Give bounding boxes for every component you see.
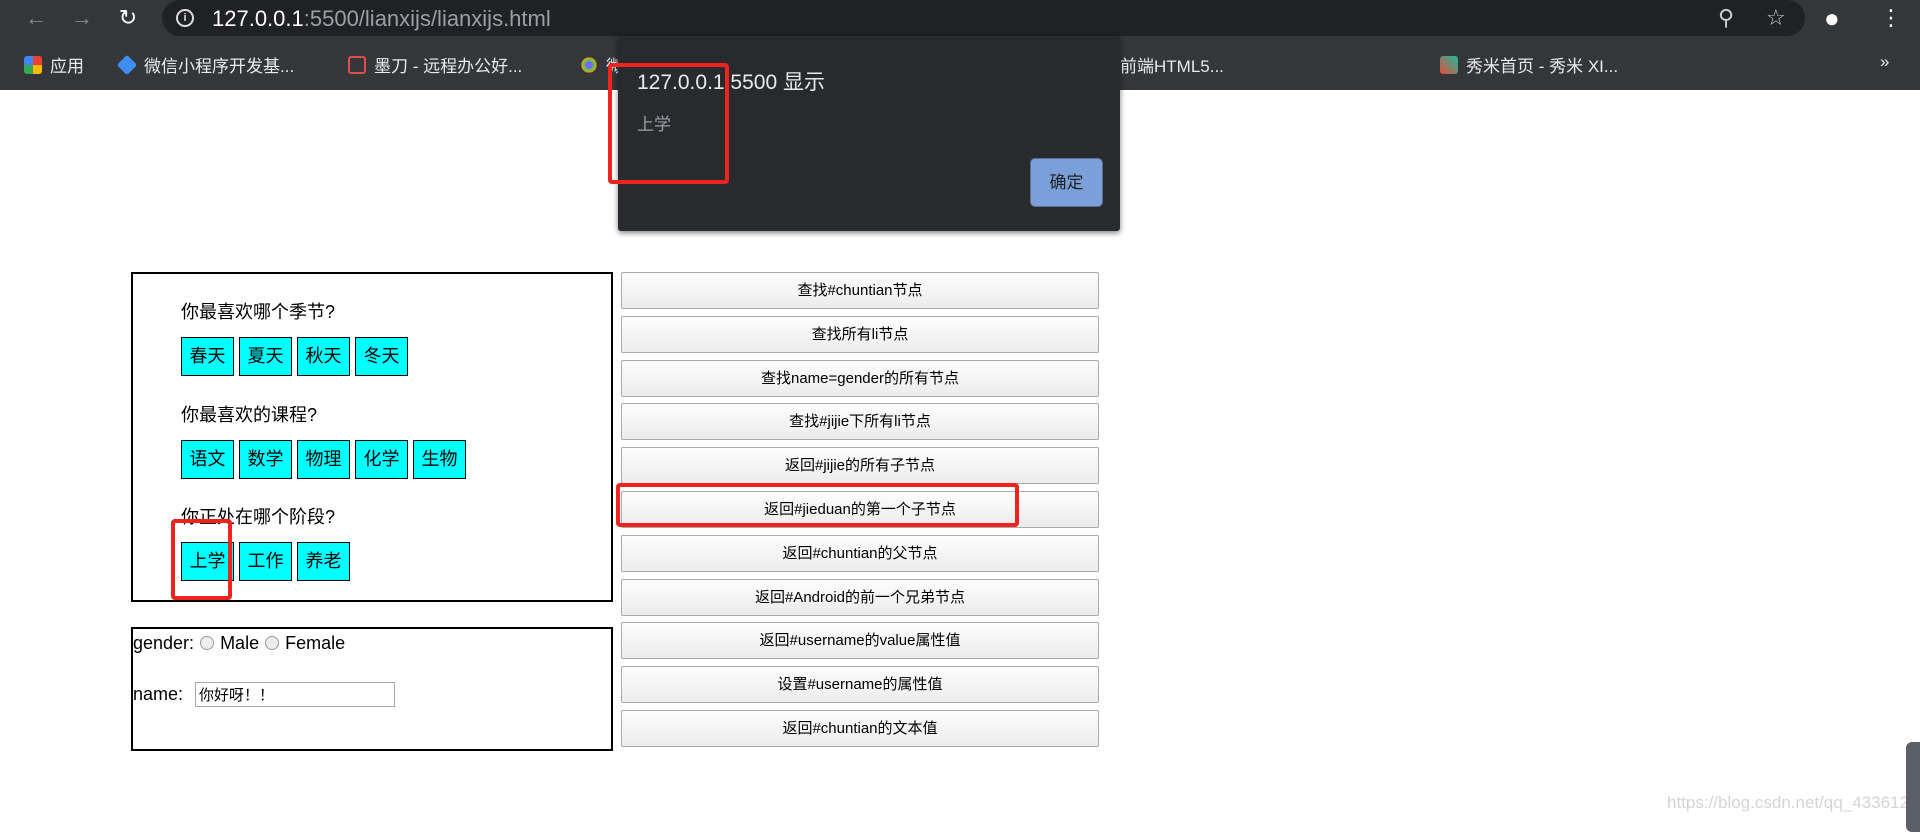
chevron-double-right-icon: » <box>1880 52 1890 71</box>
bookmark-apps[interactable]: 应用 <box>24 52 84 77</box>
level-meter-widget <box>1906 742 1920 832</box>
url-path: :5500/lianxijs/lianxijs.html <box>303 6 551 31</box>
li-shengwu[interactable]: 生物 <box>413 440 466 479</box>
li-gongzuo[interactable]: 工作 <box>239 542 292 581</box>
action-button[interactable]: 返回#jijie的所有子节点 <box>621 447 1099 485</box>
action-button[interactable]: 返回#Android的前一个兄弟节点 <box>621 578 1099 616</box>
li-wuli[interactable]: 物理 <box>297 440 350 479</box>
question-season: 你最喜欢哪个季节? <box>181 302 336 322</box>
gender-label: gender: <box>133 633 195 653</box>
highlight-box <box>616 483 1019 527</box>
address-bar[interactable]: i 127.0.0.1:5500/lianxijs/lianxijs.html … <box>162 0 1805 36</box>
li-yuwen[interactable]: 语文 <box>181 440 234 479</box>
name-label: name: <box>133 684 184 704</box>
bookmark-label: 应用 <box>50 57 84 76</box>
li-chuntian[interactable]: 春天 <box>181 337 234 376</box>
action-button[interactable]: 返回#chuntian的父节点 <box>621 534 1099 572</box>
username-input[interactable] <box>195 682 395 707</box>
bookmark-html5[interactable]: 前端HTML5... <box>1120 52 1224 77</box>
highlight-box <box>171 519 232 600</box>
bookmark-label: 微信小程序开发基... <box>144 57 295 76</box>
action-button[interactable]: 查找name=gender的所有节点 <box>621 359 1099 397</box>
modao-icon <box>348 55 366 74</box>
menu-icon[interactable]: ⋮ <box>1880 4 1902 32</box>
star-icon[interactable]: ☆ <box>1766 4 1786 32</box>
season-list: 春天 夏天 秋天 冬天 <box>181 337 408 376</box>
bookmark-xiumi[interactable]: 秀米首页 - 秀米 XI... <box>1440 52 1618 77</box>
female-label: Female <box>285 633 346 653</box>
li-xiatian[interactable]: 夏天 <box>239 337 292 376</box>
bookmark-label: 秀米首页 - 秀米 XI... <box>1466 57 1619 76</box>
apps-grid-icon <box>24 55 42 74</box>
bookmark-modao[interactable]: 墨刀 - 远程办公好... <box>348 52 522 77</box>
li-qiutian[interactable]: 秋天 <box>297 337 350 376</box>
highlight-box <box>608 63 729 184</box>
bookmark-label: 墨刀 - 远程办公好... <box>374 57 523 76</box>
question-course: 你最喜欢的课程? <box>181 405 318 425</box>
url-host: 127.0.0.1 <box>212 6 304 31</box>
li-yanglao[interactable]: 养老 <box>297 542 350 581</box>
browser-toolbar: ← → ↻ i 127.0.0.1:5500/lianxijs/lianxijs… <box>0 0 1920 36</box>
li-dongtian[interactable]: 冬天 <box>355 337 408 376</box>
profile-icon[interactable]: ● <box>1824 4 1840 32</box>
form-box: gender: Male Female name: <box>131 627 613 751</box>
more-bookmarks-button[interactable]: » <box>1880 52 1889 72</box>
reload-icon[interactable]: ↻ <box>114 4 142 32</box>
back-icon[interactable]: ← <box>22 4 50 32</box>
forward-icon[interactable]: → <box>68 4 96 32</box>
zoom-icon[interactable]: ⚲ <box>1718 4 1734 32</box>
male-radio[interactable] <box>200 636 215 650</box>
colorful-dots-icon <box>580 55 598 74</box>
wechat-miniprogram-icon <box>116 54 138 75</box>
female-radio[interactable] <box>265 636 280 650</box>
action-button[interactable]: 设置#username的属性值 <box>621 666 1099 704</box>
action-button[interactable]: 查找所有li节点 <box>621 315 1099 353</box>
bookmark-label: 前端HTML5... <box>1120 57 1224 76</box>
male-label: Male <box>220 633 260 653</box>
action-button[interactable]: 返回#username的value属性值 <box>621 622 1099 660</box>
action-button[interactable]: 查找#jijie下所有li节点 <box>621 403 1099 441</box>
info-icon[interactable]: i <box>176 9 194 27</box>
action-button[interactable]: 查找#chuntian节点 <box>621 272 1099 309</box>
action-button[interactable]: 返回#chuntian的文本值 <box>621 710 1099 747</box>
xiumi-icon <box>1440 55 1458 74</box>
bookmark-wechat[interactable]: 微信小程序开发基... <box>116 52 295 77</box>
li-shuxue[interactable]: 数学 <box>239 440 292 479</box>
course-list: 语文 数学 物理 化学 生物 <box>181 440 466 479</box>
watermark: https://blog.csdn.net/qq_43361287 <box>1667 793 1920 812</box>
ok-button[interactable]: 确定 <box>1030 158 1103 207</box>
li-huaxue[interactable]: 化学 <box>355 440 408 479</box>
